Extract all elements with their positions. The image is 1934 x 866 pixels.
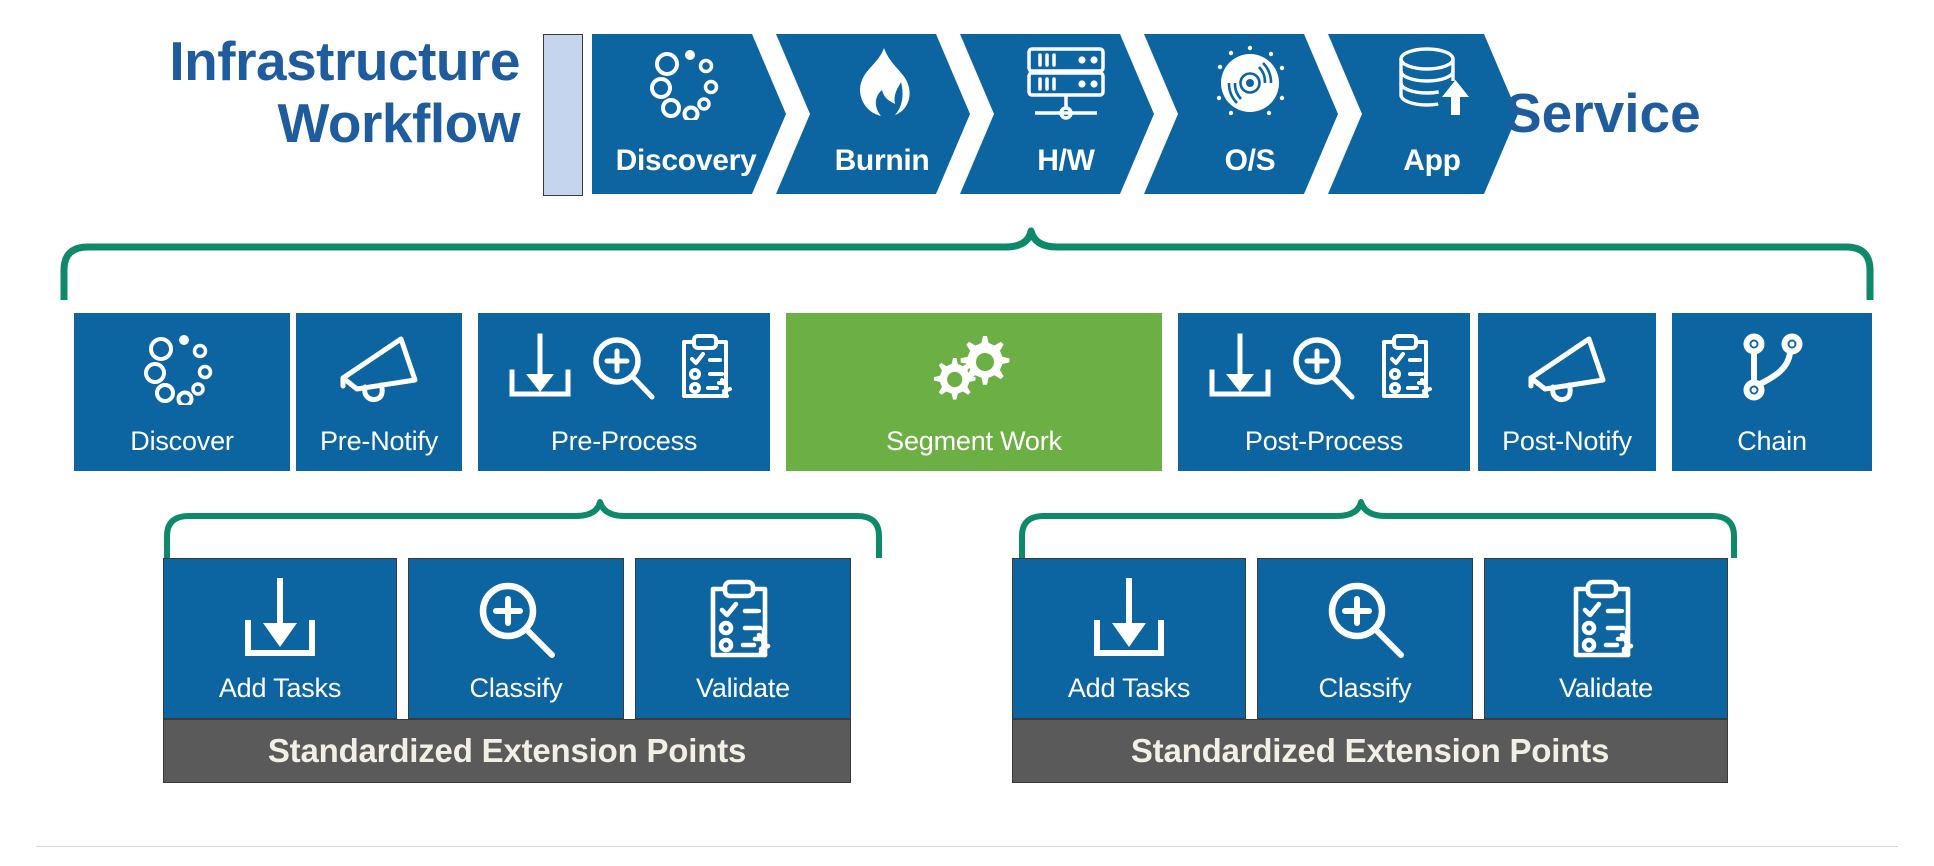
- footer-divider: [36, 846, 1898, 847]
- extension-label-classify-left: Classify: [469, 673, 563, 703]
- chevron-stage-hw[interactable]: H/W: [960, 34, 1154, 194]
- magnifier-plus-icon: [1286, 332, 1362, 404]
- server-rack-icon: [960, 44, 1154, 122]
- arrow-into-tray-icon: [1013, 577, 1245, 663]
- top-brace: [60, 225, 1874, 300]
- pipeline-label-pre-notify: Pre-Notify: [319, 426, 439, 456]
- chevron-label-discovery: Discovery: [615, 144, 757, 177]
- extension-label-classify-right: Classify: [1318, 673, 1412, 703]
- clipboard-refresh-icon: [636, 577, 850, 663]
- pipeline-tile-chain[interactable]: Chain: [1672, 313, 1872, 471]
- post-process-icon-group: [1178, 329, 1470, 407]
- pipeline-label-post-process: Post-Process: [1244, 426, 1404, 456]
- discovery-dots-icon: [586, 44, 786, 122]
- megaphone-icon: [1478, 331, 1656, 405]
- extension-tile-validate-right[interactable]: Validate: [1484, 558, 1728, 719]
- extension-label-validate-left: Validate: [696, 673, 790, 703]
- page-title: Infrastructure Workflow: [80, 30, 520, 154]
- extension-tile-classify-right[interactable]: Classify: [1257, 558, 1473, 719]
- chevron-label-hw: H/W: [1037, 144, 1095, 177]
- pipeline-tile-post-notify[interactable]: Post-Notify: [1478, 313, 1656, 471]
- chevron-label-app: App: [1403, 144, 1461, 177]
- gears-icon: [786, 331, 1162, 405]
- disc-icon: [1144, 44, 1338, 122]
- pale-start-bar: [543, 34, 583, 196]
- magnifier-plus-icon: [409, 577, 623, 663]
- chevron-stage-discovery[interactable]: Discovery: [592, 34, 786, 194]
- clipboard-refresh-icon: [1485, 577, 1727, 663]
- pipeline-tile-pre-notify[interactable]: Pre-Notify: [296, 313, 462, 471]
- magnifier-plus-icon: [586, 332, 662, 404]
- pipeline-tile-post-process[interactable]: Post-Process: [1178, 313, 1470, 471]
- pipeline-label-chain: Chain: [1737, 426, 1807, 456]
- extension-tile-validate-left[interactable]: Validate: [635, 558, 851, 719]
- pipeline-tile-discover[interactable]: Discover: [74, 313, 290, 471]
- extension-label-add-tasks-left: Add Tasks: [218, 673, 342, 703]
- pre-process-icon-group: [478, 329, 770, 407]
- left-extension-brace: [163, 498, 883, 558]
- page-title-line1: Infrastructure: [169, 30, 520, 92]
- page-title-line2: Workflow: [277, 92, 521, 154]
- arrow-into-tray-icon: [502, 332, 578, 404]
- pipeline-label-post-notify: Post-Notify: [1502, 426, 1632, 456]
- branch-icon: [1672, 331, 1872, 405]
- arrow-into-tray-icon: [164, 577, 396, 663]
- extension-bar-right: Standardized Extension Points: [1012, 719, 1728, 783]
- database-upload-icon: [1328, 44, 1518, 122]
- extension-label-add-tasks-right: Add Tasks: [1067, 673, 1191, 703]
- chevron-stage-burnin[interactable]: Burnin: [776, 34, 970, 194]
- chevron-label-os: O/S: [1224, 144, 1276, 177]
- chevron-stage-os[interactable]: O/S: [1144, 34, 1338, 194]
- right-extension-brace: [1018, 498, 1738, 558]
- pipeline-tile-pre-process[interactable]: Pre-Process: [478, 313, 770, 471]
- pipeline-label-pre-process: Pre-Process: [550, 426, 698, 456]
- magnifier-plus-icon: [1258, 577, 1472, 663]
- extension-tile-add-tasks-left[interactable]: Add Tasks: [163, 558, 397, 719]
- extension-tile-add-tasks-right[interactable]: Add Tasks: [1012, 558, 1246, 719]
- arrow-into-tray-icon: [1202, 332, 1278, 404]
- chevron-stage-app[interactable]: App: [1328, 34, 1518, 194]
- extension-label-validate-right: Validate: [1559, 673, 1653, 703]
- discovery-dots-icon: [74, 331, 290, 405]
- extension-tile-classify-left[interactable]: Classify: [408, 558, 624, 719]
- service-label: Service: [1505, 82, 1701, 144]
- pipeline-label-discover: Discover: [130, 426, 234, 456]
- clipboard-refresh-icon: [670, 332, 746, 404]
- pipeline-label-segment-work: Segment Work: [886, 426, 1062, 456]
- flame-icon: [776, 44, 970, 122]
- pipeline-tile-segment-work[interactable]: Segment Work: [786, 313, 1162, 471]
- clipboard-refresh-icon: [1370, 332, 1446, 404]
- megaphone-icon: [296, 331, 462, 405]
- chevron-label-burnin: Burnin: [834, 144, 930, 177]
- extension-bar-left: Standardized Extension Points: [163, 719, 851, 783]
